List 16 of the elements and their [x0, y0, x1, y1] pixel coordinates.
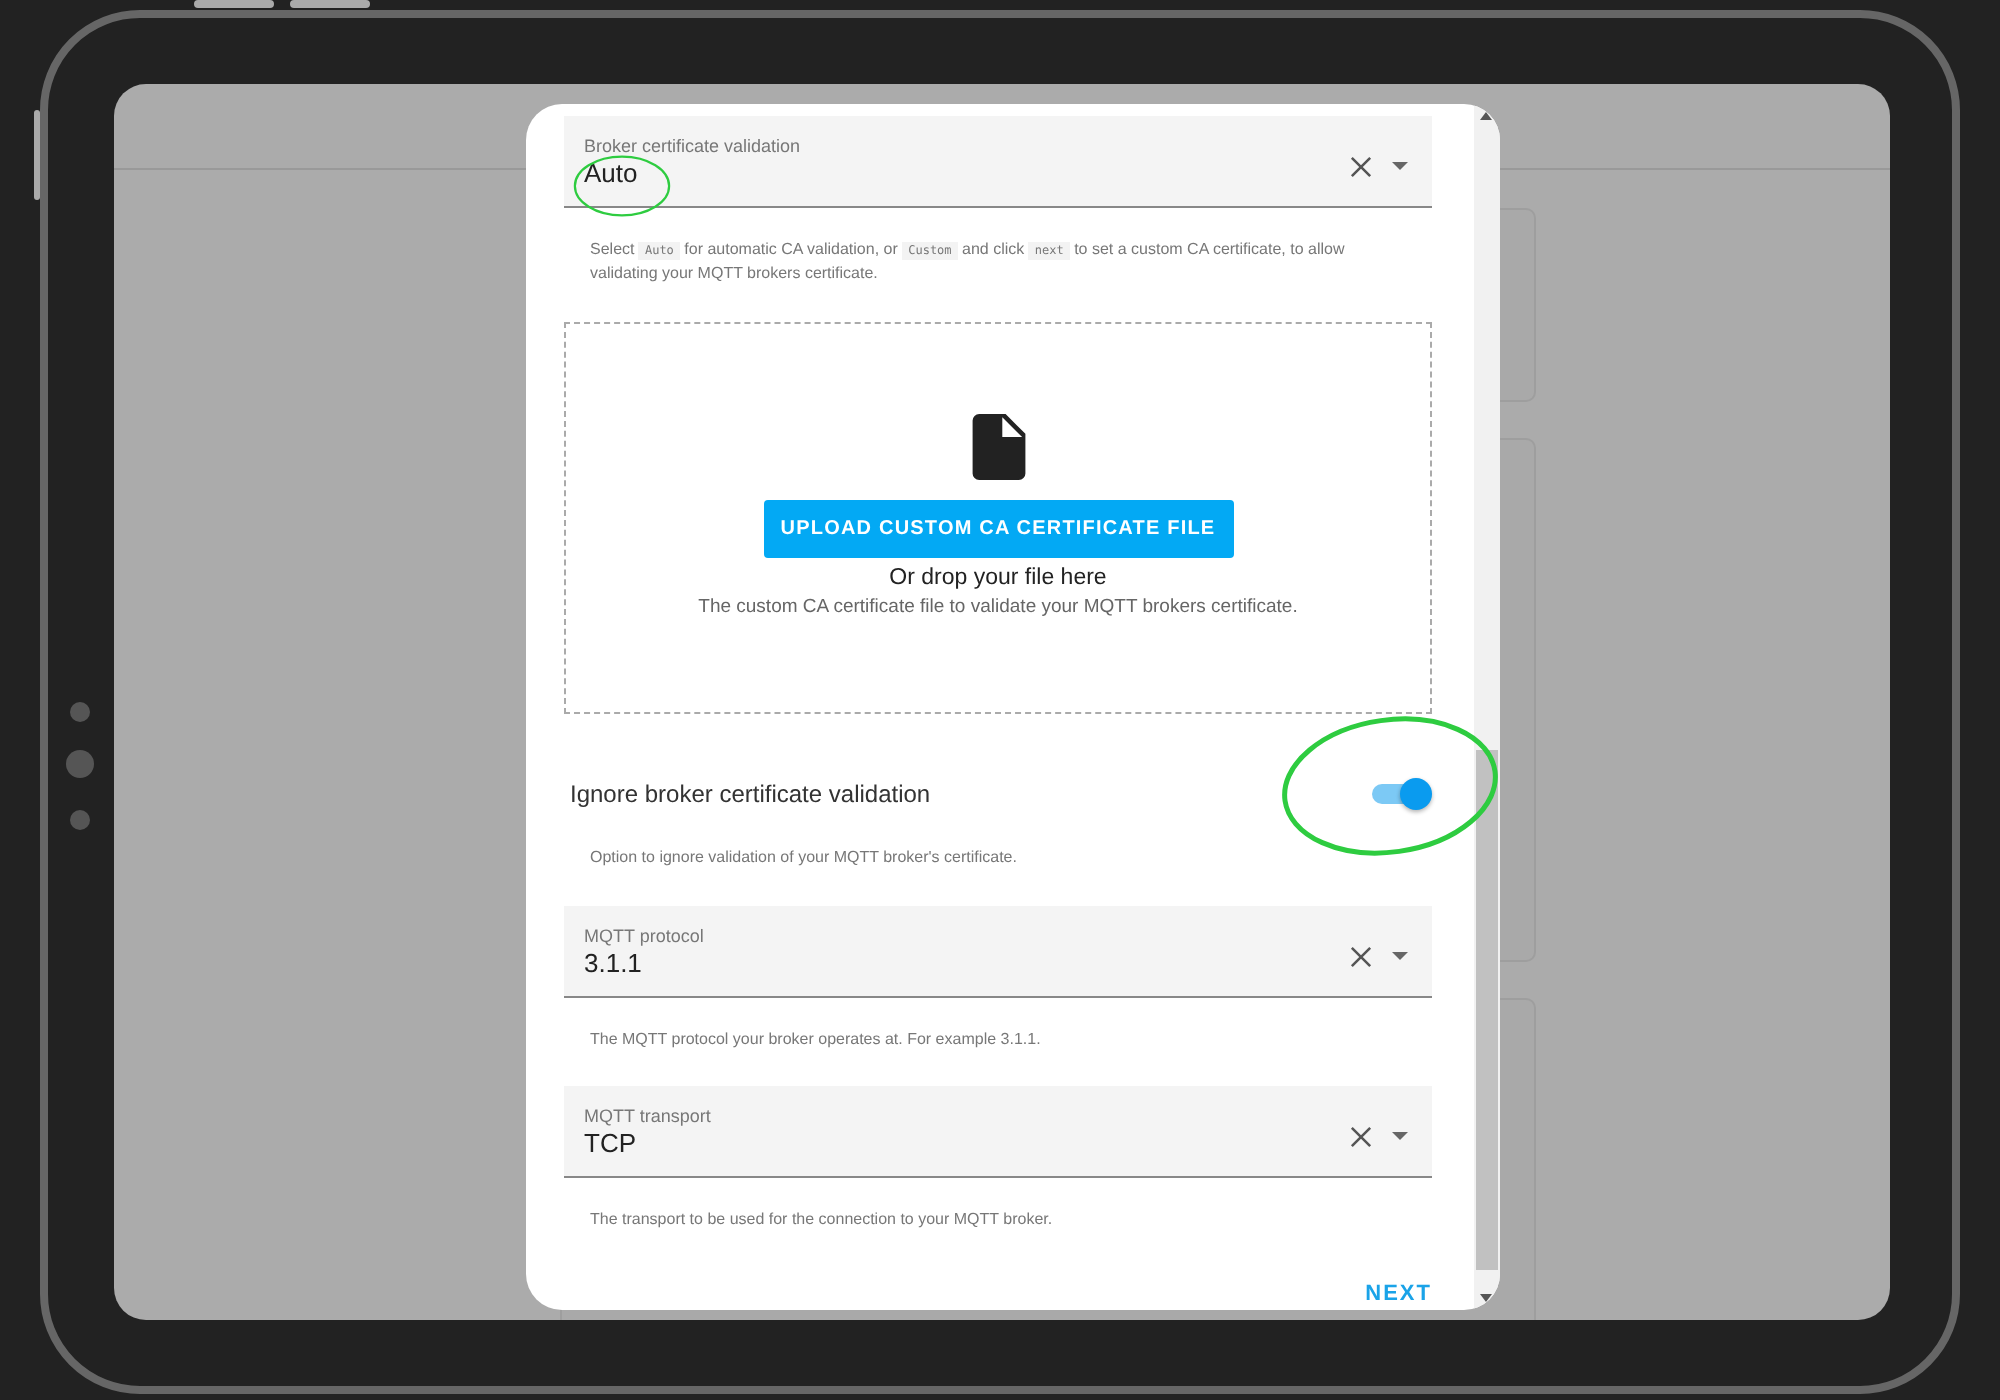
select-field[interactable]: MQTT transport TCP — [564, 1086, 1432, 1178]
helper-text: Option to ignore validation of your MQTT broker's certificate. — [588, 846, 1019, 868]
field-value: TCP — [584, 1128, 638, 1158]
helper-text: The transport to be used for the connection to your MQTT broker. — [588, 1208, 1055, 1230]
drop-zone[interactable]: UPLOAD CUSTOM CA CERTIFICATE FILE Or drop your file here The custom CA certificate file to validate your MQTT brokers certificate. — [564, 322, 1432, 714]
toggle-label: Ignore broker certificate validation — [570, 780, 931, 808]
drop-hint: Or drop your file here — [889, 566, 1107, 590]
field-value: Auto — [584, 158, 640, 188]
helper-text: The MQTT protocol your broker operates at. For example 3.1.1. — [588, 1028, 1043, 1050]
field-label: Broker certificate validation — [584, 136, 803, 156]
field-label: MQTT transport — [584, 1106, 713, 1126]
field-value: 3.1.1 — [584, 948, 644, 978]
select-field[interactable]: Broker certificate validation Auto — [564, 116, 1432, 208]
upload-description: The custom CA certificate file to validate your MQTT brokers certificate. — [698, 596, 1298, 618]
field-label: MQTT protocol — [584, 926, 706, 946]
select-field[interactable]: MQTT protocol 3.1.1 — [564, 906, 1432, 998]
